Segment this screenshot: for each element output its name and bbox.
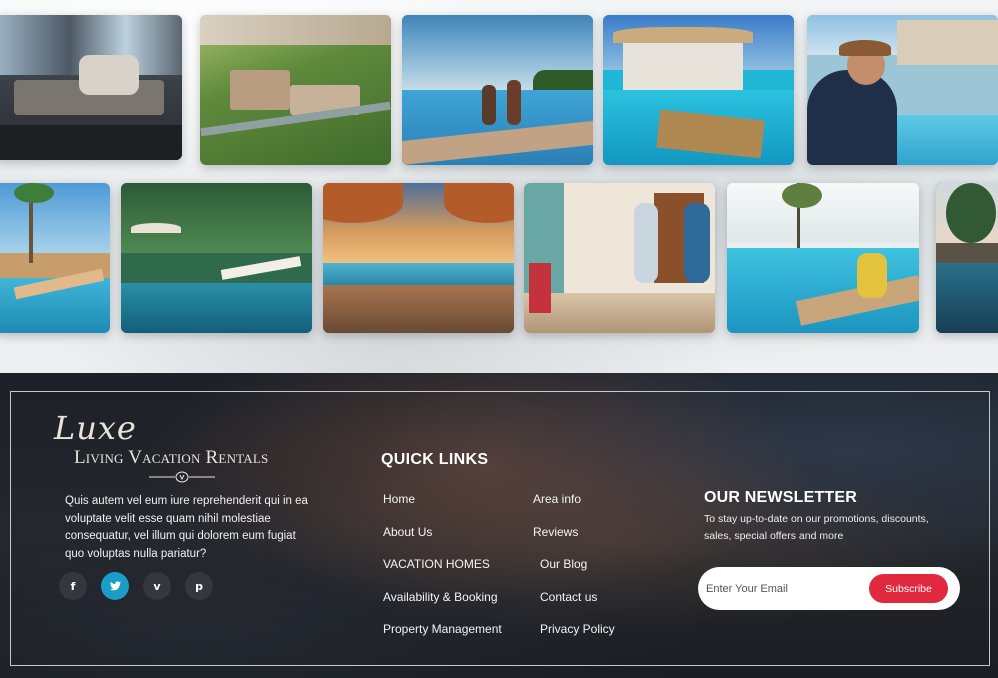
link-privacy-policy[interactable]: Privacy Policy [540,621,615,639]
twitter-icon[interactable] [101,572,129,600]
newsletter-form: Subscribe [698,567,960,610]
villa-floating-breakfast-photo[interactable] [603,15,794,165]
woman-poolside-photo[interactable] [727,183,919,333]
logo-subtitle: Living Vacation Rentals [74,447,269,468]
quick-links-right: Area info Reviews Our Blog Contact us Pr… [533,491,615,639]
link-home[interactable]: Home [383,491,502,509]
photo-gallery [0,0,998,373]
tropical-pool-photo[interactable] [121,183,312,333]
subscribe-button[interactable]: Subscribe [869,574,948,603]
couple-arriving-photo[interactable] [524,183,715,333]
pinterest-icon[interactable]: p [185,572,213,600]
site-footer: Luxe Living Vacation Rentals Quis autem … [0,373,998,678]
brand-logo[interactable]: Luxe Living Vacation Rentals [52,409,292,485]
link-area-info[interactable]: Area info [533,491,615,509]
resort-aerial-photo[interactable] [200,15,391,165]
facebook-icon[interactable]: f [59,572,87,600]
email-field[interactable] [706,575,856,602]
sunset-pool-photo[interactable] [323,183,514,333]
logo-script-text: Luxe [54,409,137,447]
link-about-us[interactable]: About Us [383,524,502,542]
link-contact-us[interactable]: Contact us [540,589,615,607]
palm-pool-photo[interactable] [936,183,998,333]
link-our-blog[interactable]: Our Blog [540,556,615,574]
quick-links-title: QUICK LINKS [381,451,489,468]
social-links: f v p [59,572,213,600]
link-property-management[interactable]: Property Management [383,621,502,639]
link-availability-booking[interactable]: Availability & Booking [383,589,502,607]
living-room-photo[interactable] [0,15,182,160]
logo-ornament-icon [149,471,215,483]
infinity-pool-kids-photo[interactable] [402,15,593,165]
newsletter-description: To stay up-to-date on our promotions, di… [704,513,929,542]
beach-loungers-photo[interactable] [0,183,110,333]
newsletter-title: OUR NEWSLETTER [704,489,858,506]
about-text: Quis autem vel eum iure reprehenderit qu… [65,495,308,560]
quick-links-left: Home About Us VACATION HOMES Availabilit… [383,491,502,639]
man-laptop-pool-photo[interactable] [807,15,998,165]
link-reviews[interactable]: Reviews [533,524,615,542]
link-vacation-homes[interactable]: VACATION HOMES [383,556,502,574]
vimeo-icon[interactable]: v [143,572,171,600]
